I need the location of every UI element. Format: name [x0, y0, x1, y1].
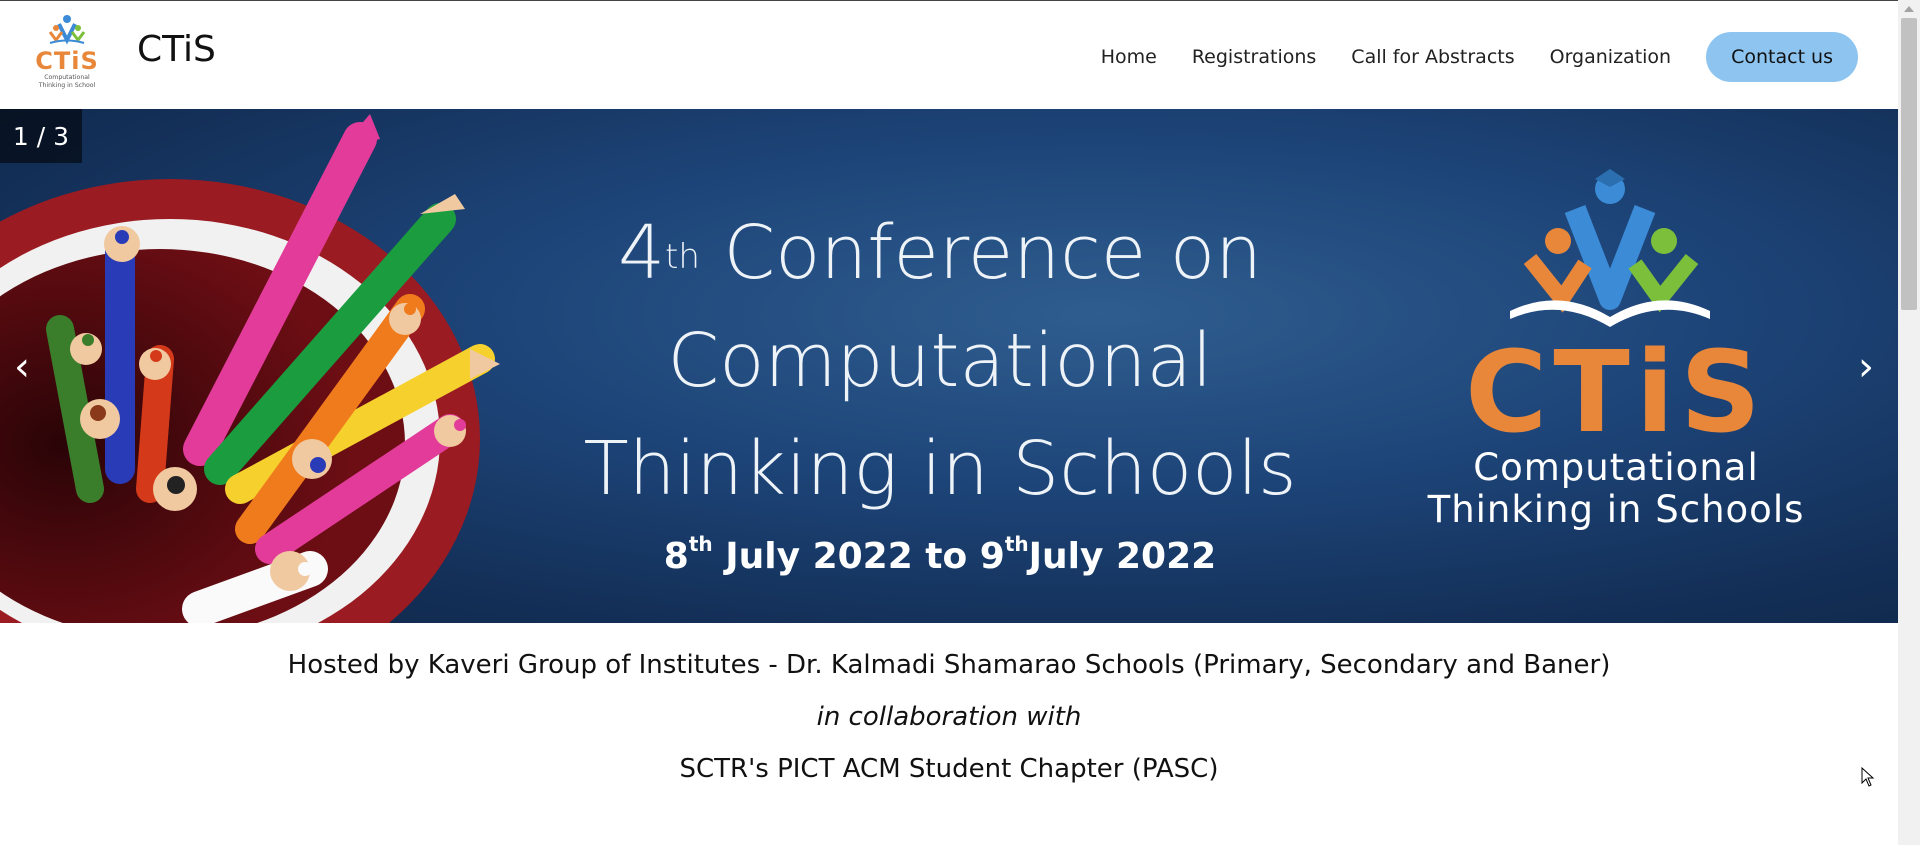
- nav-organization[interactable]: Organization: [1550, 46, 1671, 68]
- hero-dates: 8th July 2022 to 9thJuly 2022: [663, 532, 1217, 577]
- svg-text:Computational: Computational: [44, 74, 90, 81]
- page: CTiS Computational Thinking in School CT…: [0, 0, 1898, 845]
- hero-slideshow: 1 / 3 4th Conference on Computational Th…: [0, 109, 1898, 623]
- host-text: Hosted by Kaveri Group of Institutes - D…: [287, 650, 1611, 680]
- hero-title: 4th Conference on Computational Thinking…: [560, 199, 1320, 523]
- ctis-logo-icon[interactable]: CTiS Computational Thinking in School: [26, 10, 108, 92]
- contact-us-button[interactable]: Contact us: [1706, 32, 1858, 82]
- main-nav: Home Registrations Call for Abstracts Or…: [1066, 32, 1858, 82]
- prev-slide-arrow[interactable]: ‹: [14, 344, 30, 390]
- svg-text:CTiS: CTiS: [35, 47, 99, 75]
- next-slide-arrow[interactable]: ›: [1858, 344, 1874, 390]
- mouse-cursor-icon: [1861, 767, 1875, 787]
- nav-registrations[interactable]: Registrations: [1192, 46, 1316, 68]
- scroll-up-icon[interactable]: [1904, 6, 1914, 12]
- host-info: Hosted by Kaveri Group of Institutes - D…: [0, 650, 1898, 784]
- vertical-scrollbar[interactable]: [1898, 0, 1920, 845]
- site-brand[interactable]: CTiS: [137, 29, 216, 70]
- hero-logo-text: CTiS: [1465, 328, 1767, 458]
- hero-title-line-1: 4th Conference on: [617, 210, 1263, 296]
- hero-title-line-3: Thinking in Schools: [583, 426, 1297, 512]
- nav-call-for-abstracts[interactable]: Call for Abstracts: [1351, 46, 1514, 68]
- chapter-text: SCTR's PICT ACM Student Chapter (PASC): [679, 754, 1219, 784]
- slide-counter: 1 / 3: [0, 109, 82, 163]
- hero-logo-subtitle: Computational Thinking in Schools: [1427, 446, 1805, 531]
- hero-title-line-2: Computational: [667, 318, 1213, 404]
- scrollbar-thumb[interactable]: [1901, 18, 1917, 310]
- collab-text: in collaboration with: [816, 702, 1082, 732]
- navbar: CTiS Computational Thinking in School CT…: [0, 1, 1898, 108]
- svg-text:Thinking in School: Thinking in School: [38, 82, 96, 89]
- nav-home[interactable]: Home: [1101, 46, 1157, 68]
